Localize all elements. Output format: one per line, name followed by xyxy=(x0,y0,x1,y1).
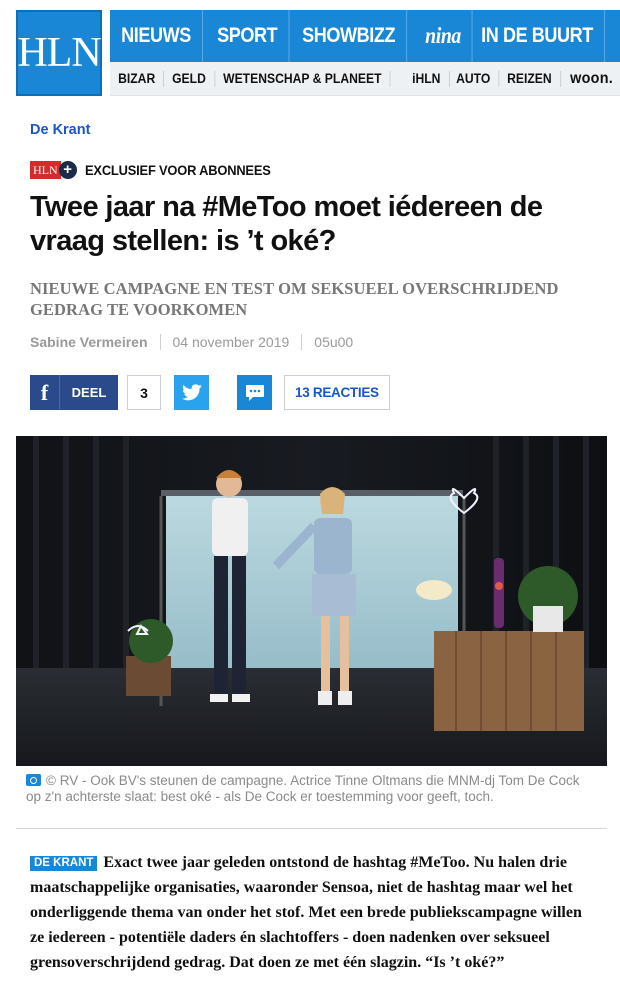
photo-caption: © RV - Ook BV's steunen de campagne. Act… xyxy=(26,773,596,805)
nav-item-nieuws[interactable]: NIEUWS xyxy=(110,10,203,62)
share-count: 3 xyxy=(127,375,161,410)
publish-time: 05u00 xyxy=(314,334,354,350)
premium-indicator: HLN + EXCLUSIEF VOOR ABONNEES xyxy=(30,160,286,180)
premium-label: EXCLUSIEF VOOR ABONNEES xyxy=(84,162,271,178)
nav-item-in-de-buurt[interactable]: IN DE BUURT xyxy=(470,10,606,62)
publish-date: 04 november 2019 xyxy=(172,334,290,350)
comment-button[interactable] xyxy=(237,375,272,410)
author-name[interactable]: Sabine Vermeiren xyxy=(30,334,148,350)
twitter-bird-icon xyxy=(181,384,202,401)
main-navigation: NIEUWS SPORT SHOWBIZZ nina IN DE BUURT V xyxy=(110,10,620,62)
subnav-item-auto[interactable]: AUTO xyxy=(448,70,500,87)
subnav-item-bizar[interactable]: BIZAR xyxy=(110,70,165,87)
article-subheadline: NIEUWE CAMPAGNE EN TEST OM SEKSUEEL OVER… xyxy=(30,279,559,319)
intro-text: Exact twee jaar geleden ontstond de hash… xyxy=(30,854,582,971)
camera-icon xyxy=(26,774,41,786)
article-headline: Twee jaar na #MeToo moet iédereen de vra… xyxy=(30,191,543,257)
byline-divider xyxy=(159,334,161,350)
speech-bubble-icon xyxy=(245,384,264,401)
nav-item-showbizz[interactable]: SHOWBIZZ xyxy=(291,10,407,62)
article-photo[interactable] xyxy=(16,436,607,766)
nav-item-overflow[interactable]: V xyxy=(615,10,620,62)
de-krant-badge: DE KRANT xyxy=(30,856,98,871)
facebook-share-button[interactable]: f DEEL xyxy=(30,375,118,410)
article-intro: DE KRANT Exact twee jaar geleden ontstond… xyxy=(30,850,590,975)
sub-navigation: BIZAR GELD WETENSCHAP & PLANEET iHLN AUT… xyxy=(110,62,620,96)
subnav-item-geld[interactable]: GELD xyxy=(164,70,216,87)
twitter-share-button[interactable] xyxy=(174,375,209,410)
reactions-link[interactable]: 13 REACTIES xyxy=(284,375,390,410)
social-bar: f DEEL 3 13 REACTIES xyxy=(30,375,390,410)
subnav-item-woon[interactable]: woon. xyxy=(562,70,620,87)
byline-divider xyxy=(301,334,303,350)
nav-item-nina[interactable]: nina xyxy=(414,10,473,62)
subnav-item-ihln[interactable]: iHLN xyxy=(404,70,450,87)
facebook-icon: f xyxy=(30,375,60,410)
byline: Sabine Vermeiren 04 november 2019 05u00 xyxy=(30,334,353,350)
caption-text: © RV - Ook BV's steunen de campagne. Act… xyxy=(26,773,580,804)
section-link[interactable]: De Krant xyxy=(30,122,90,138)
subnav-item-wetenschap[interactable]: WETENSCHAP & PLANEET xyxy=(215,70,391,87)
hln-logo[interactable]: HLN xyxy=(16,10,102,96)
share-label: DEEL xyxy=(71,385,107,400)
hln-plus-icon: HLN + xyxy=(30,161,77,179)
hln-plus-logo: HLN xyxy=(30,161,61,179)
caption-divider xyxy=(16,828,607,829)
plus-icon: + xyxy=(58,161,77,179)
nav-item-sport[interactable]: SPORT xyxy=(206,10,290,62)
subnav-item-reizen[interactable]: REIZEN xyxy=(499,70,561,87)
